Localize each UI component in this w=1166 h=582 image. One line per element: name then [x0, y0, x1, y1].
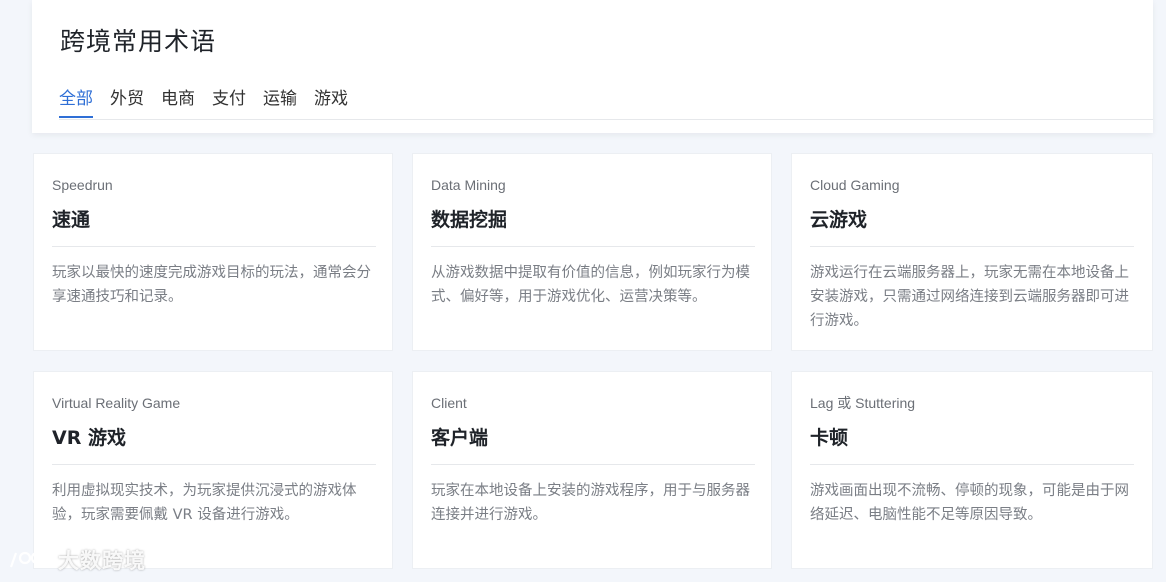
- category-tabs: 全部 外贸 电商 支付 运输 游戏: [59, 84, 348, 118]
- term-description: 玩家以最快的速度完成游戏目标的玩法，通常会分享速通技巧和记录。: [52, 265, 371, 305]
- term-card[interactable]: Client 客户端 玩家在本地设备上安装的游戏程序，用于与服务器连接并进行游戏…: [412, 371, 772, 569]
- term-description: 玩家在本地设备上安装的游戏程序，用于与服务器连接并进行游戏。: [431, 483, 750, 523]
- term-english: Virtual Reality Game: [52, 395, 181, 411]
- term-description: 游戏画面出现不流畅、停顿的现象，可能是由于网络延迟、电脑性能不足等原因导致。: [810, 483, 1129, 523]
- tab-shipping[interactable]: 运输: [263, 84, 297, 117]
- header-panel: 跨境常用术语 全部 外贸 电商 支付 运输 游戏: [32, 0, 1153, 133]
- term-english: Lag 或 Stuttering: [810, 395, 916, 411]
- term-description: 游戏运行在云端服务器上，玩家无需在本地设备上安装游戏，只需通过网络连接到云端服务…: [810, 265, 1129, 329]
- term-description: 从游戏数据中提取有价值的信息，例如玩家行为模式、偏好等，用于游戏优化、运营决策等…: [431, 265, 750, 305]
- tab-foreign-trade[interactable]: 外贸: [110, 84, 144, 117]
- watermark-text: 大数跨境: [58, 549, 146, 573]
- term-chinese: 速通: [52, 209, 91, 231]
- tab-gaming[interactable]: 游戏: [314, 84, 348, 117]
- tab-all[interactable]: 全部: [59, 84, 93, 118]
- watermark: 大数跨境: [8, 545, 146, 575]
- card-divider: [810, 246, 1134, 247]
- card-divider: [810, 464, 1134, 465]
- term-card[interactable]: Data Mining 数据挖掘 从游戏数据中提取有价值的信息，例如玩家行为模式…: [412, 153, 772, 351]
- term-english: Cloud Gaming: [810, 177, 900, 193]
- term-chinese: 客户端: [431, 427, 489, 449]
- watermark-logo-icon: [9, 550, 53, 568]
- card-divider: [431, 246, 755, 247]
- page-title: 跨境常用术语: [60, 27, 217, 56]
- term-card[interactable]: Speedrun 速通 玩家以最快的速度完成游戏目标的玩法，通常会分享速通技巧和…: [33, 153, 393, 351]
- term-chinese: VR 游戏: [52, 427, 126, 449]
- term-chinese: 卡顿: [810, 427, 849, 449]
- term-card[interactable]: Cloud Gaming 云游戏 游戏运行在云端服务器上，玩家无需在本地设备上安…: [791, 153, 1153, 351]
- tab-payment[interactable]: 支付: [212, 84, 246, 117]
- card-divider: [52, 246, 376, 247]
- tab-ecommerce[interactable]: 电商: [161, 84, 195, 117]
- card-divider: [52, 464, 376, 465]
- term-english: Data Mining: [431, 177, 506, 193]
- term-chinese: 云游戏: [810, 209, 868, 231]
- card-divider: [431, 464, 755, 465]
- term-chinese: 数据挖掘: [431, 209, 508, 231]
- term-english: Speedrun: [52, 177, 113, 193]
- term-card[interactable]: Lag 或 Stuttering 卡顿 游戏画面出现不流畅、停顿的现象，可能是由…: [791, 371, 1153, 569]
- term-description: 利用虚拟现实技术，为玩家提供沉浸式的游戏体验，玩家需要佩戴 VR 设备进行游戏。: [52, 483, 357, 523]
- term-english: Client: [431, 395, 467, 411]
- tab-divider: [59, 119, 1153, 120]
- term-card[interactable]: Virtual Reality Game VR 游戏 利用虚拟现实技术，为玩家提…: [33, 371, 393, 569]
- term-card-grid: Speedrun 速通 玩家以最快的速度完成游戏目标的玩法，通常会分享速通技巧和…: [33, 153, 1153, 569]
